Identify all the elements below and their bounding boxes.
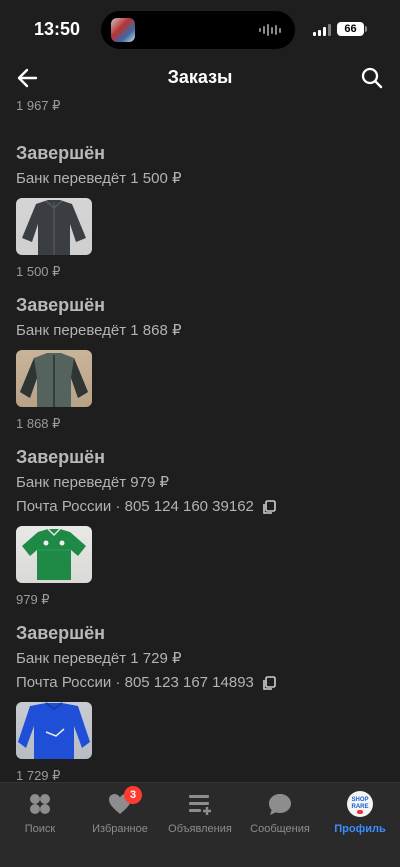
battery-icon: 66	[337, 22, 364, 36]
bank-transfer-line: Банк переведёт 1 868 ₽	[16, 319, 386, 342]
tab-label: Сообщения	[250, 823, 310, 835]
now-playing-artwork	[111, 18, 135, 42]
favorites-badge: 3	[124, 786, 142, 804]
bank-transfer-text: Банк переведёт 979 ₽	[16, 474, 170, 491]
copy-tracking-button[interactable]	[262, 675, 276, 690]
bank-transfer-line: Банк переведёт 1 500 ₽	[16, 167, 386, 190]
search-button[interactable]	[358, 64, 386, 92]
bank-transfer-line: Банк переведёт 979 ₽	[16, 471, 386, 494]
order-card[interactable]: Завершён Банк переведёт 1 500 ₽ 1 500 ₽	[16, 140, 386, 281]
tracking-line: Почта России · 805 124 160 39162	[16, 495, 386, 518]
order-status: Завершён	[16, 143, 106, 163]
search-circles-icon	[27, 791, 53, 817]
tab-label: Объявления	[168, 823, 232, 835]
profile-avatar: SHOP RARE	[347, 791, 373, 817]
tracking-line: Почта России · 805 123 167 14893	[16, 671, 386, 694]
item-thumbnail[interactable]	[16, 350, 92, 407]
dynamic-island[interactable]	[101, 11, 295, 49]
football-shirt-image	[22, 528, 86, 580]
battery-cap	[365, 26, 367, 32]
tracking-text: Почта России · 805 124 160 39162	[16, 498, 254, 515]
order-price: 1 729 ₽	[16, 768, 61, 782]
order-price: 1 868 ₽	[16, 416, 61, 431]
item-thumbnail[interactable]	[16, 526, 92, 583]
jacket-image	[22, 200, 86, 255]
orders-list[interactable]: 1 967 ₽ Завершён Банк переведёт 1 500 ₽ …	[0, 100, 400, 782]
heart-icon: 3	[107, 786, 142, 817]
order-price: 1 967 ₽	[16, 100, 61, 113]
tab-messages[interactable]: Сообщения	[240, 791, 320, 841]
item-thumbnail[interactable]	[16, 702, 92, 759]
page-title: Заказы	[167, 67, 233, 87]
tracking-text: Почта России · 805 123 167 14893	[16, 674, 254, 691]
battery-level: 66	[344, 23, 357, 35]
tab-profile[interactable]: SHOP RARE Профиль	[320, 791, 400, 841]
audio-wave-icon	[259, 23, 281, 37]
avatar-logo-text: SHOP RARE	[351, 797, 369, 810]
order-status: Завершён	[16, 447, 106, 467]
listings-icon	[187, 791, 213, 817]
tab-label: Поиск	[24, 823, 56, 835]
top-navigation-bar: Заказы	[0, 56, 400, 100]
item-thumbnail[interactable]	[16, 198, 92, 255]
copy-icon	[263, 676, 276, 690]
chat-bubble-icon	[267, 791, 293, 817]
order-card[interactable]: Завершён Банк переведёт 1 729 ₽ Почта Ро…	[16, 620, 386, 782]
order-card[interactable]: Завершён Банк переведёт 1 868 ₽ 1 868 ₽	[16, 292, 386, 433]
copy-icon	[263, 500, 276, 514]
order-price: 1 500 ₽	[16, 264, 61, 279]
order-status: Завершён	[16, 623, 106, 643]
tab-label: Профиль	[334, 823, 386, 835]
bank-transfer-text: Банк переведёт 1 729 ₽	[16, 650, 182, 667]
order-card[interactable]: Завершён Банк переведёт 979 ₽ Почта Росс…	[16, 444, 386, 609]
blue-top-image	[18, 702, 90, 759]
bank-transfer-text: Банк переведёт 1 500 ₽	[16, 170, 182, 187]
avatar-logo-mark	[357, 810, 363, 814]
bank-transfer-line: Банк переведёт 1 729 ₽	[16, 647, 386, 670]
tab-favorites[interactable]: 3 Избранное	[80, 786, 160, 841]
status-bar: 13:50 66	[0, 0, 400, 56]
search-icon	[361, 67, 383, 89]
cellular-signal-icon	[313, 24, 331, 36]
bank-transfer-text: Банк переведёт 1 868 ₽	[16, 322, 182, 339]
tab-search[interactable]: Поиск	[0, 791, 80, 841]
bottom-tab-bar: Поиск 3 Избранное Объявления Сообщения S…	[0, 782, 400, 867]
order-status: Завершён	[16, 295, 106, 315]
tab-listings[interactable]: Объявления	[160, 791, 240, 841]
copy-tracking-button[interactable]	[262, 499, 276, 514]
order-price: 979 ₽	[16, 592, 50, 607]
jacket-image	[20, 353, 88, 407]
status-time: 13:50	[34, 19, 81, 39]
tab-label: Избранное	[92, 823, 148, 835]
